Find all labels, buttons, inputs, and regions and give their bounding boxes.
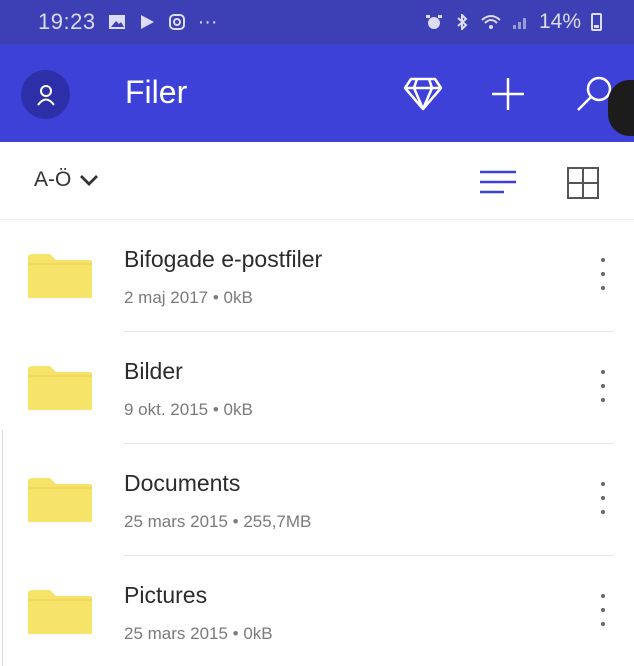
file-name: Bilder: [124, 358, 183, 384]
sort-button[interactable]: A-Ö: [34, 168, 99, 192]
scroll-edge: [2, 430, 3, 666]
file-list: Bifogade e-postfiler 2 maj 2017 • 0kB Bi…: [0, 220, 634, 666]
floating-chip[interactable]: [608, 80, 634, 136]
sort-toolbar: A-Ö: [0, 142, 634, 220]
status-left: 19:23 ···: [38, 9, 218, 35]
avatar-icon: [36, 84, 55, 106]
diamond-icon: [403, 77, 443, 111]
folder-icon: [28, 254, 92, 298]
file-meta: 9 okt. 2015 • 0kB: [124, 400, 253, 419]
more-options-button[interactable]: [588, 590, 618, 630]
gallery-icon: [108, 15, 125, 29]
page-title: Filer: [125, 74, 188, 110]
list-item[interactable]: Bifogade e-postfiler 2 maj 2017 • 0kB: [0, 220, 634, 332]
bluetooth-icon: [457, 14, 468, 30]
status-bar: 19:23 ··· 14%: [0, 0, 634, 44]
alarm-icon: [425, 15, 442, 29]
list-item[interactable]: Pictures 25 mars 2015 • 0kB: [0, 556, 634, 666]
instagram-icon: [168, 14, 185, 30]
add-button[interactable]: [486, 72, 530, 116]
more-notifications-icon: ···: [197, 10, 218, 33]
status-time: 19:23: [38, 9, 96, 34]
list-item[interactable]: Documents 25 mars 2015 • 255,7MB: [0, 444, 634, 556]
folder-icon: [28, 478, 92, 522]
battery-icon: [591, 13, 602, 31]
wifi-icon: [481, 15, 501, 29]
chevron-down-icon: [80, 175, 99, 186]
grid-view-icon[interactable]: [566, 166, 600, 200]
file-name: Bifogade e-postfiler: [124, 246, 323, 272]
signal-icon: [512, 18, 526, 29]
file-name: Pictures: [124, 582, 208, 608]
list-view-icon[interactable]: [478, 168, 518, 196]
battery-percent: 14%: [538, 10, 581, 33]
plus-icon: [492, 78, 524, 110]
file-meta: 25 mars 2015 • 0kB: [124, 624, 273, 643]
file-meta: 25 mars 2015 • 255,7MB: [124, 512, 312, 531]
folder-icon: [28, 590, 92, 634]
list-item[interactable]: Bilder 9 okt. 2015 • 0kB: [0, 332, 634, 444]
status-right: 14%: [425, 10, 602, 34]
play-store-icon: [140, 15, 154, 29]
more-options-button[interactable]: [588, 254, 618, 294]
more-options-button[interactable]: [588, 366, 618, 406]
sort-label: A-Ö: [34, 168, 72, 191]
file-meta: 2 maj 2017 • 0kB: [124, 288, 253, 307]
premium-button[interactable]: [401, 74, 445, 114]
file-name: Documents: [124, 470, 241, 496]
avatar[interactable]: [21, 70, 70, 119]
folder-icon: [28, 366, 92, 410]
app-bar: Filer: [0, 44, 634, 142]
more-options-button[interactable]: [588, 478, 618, 518]
